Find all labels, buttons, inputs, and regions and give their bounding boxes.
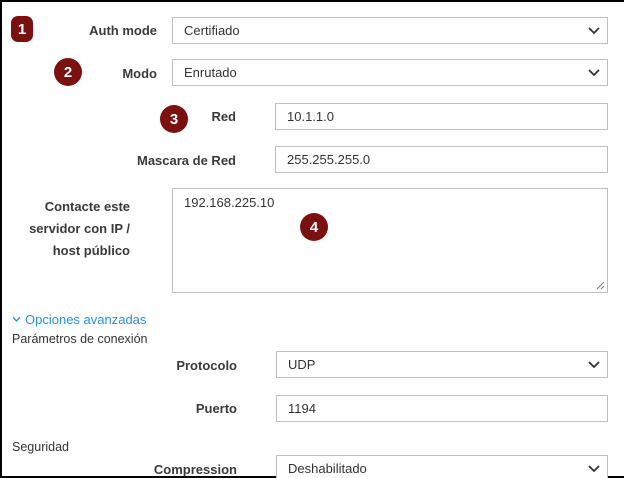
red-label: Red <box>211 109 236 124</box>
protocolo-select[interactable]: UDP <box>276 351 608 378</box>
seguridad-heading: Seguridad <box>12 440 69 454</box>
contacte-label-line1: Contacte este <box>44 199 130 214</box>
advanced-options-label: Opciones avanzadas <box>25 312 147 327</box>
step-badge-1: 1 <box>11 16 33 42</box>
chevron-down-icon <box>588 26 600 34</box>
step-badge-4: 4 <box>300 213 328 241</box>
contacte-label: Contacte este servidor con IP / host púb… <box>10 196 130 262</box>
puerto-label: Puerto <box>195 401 237 416</box>
contacte-value: 192.168.225.10 <box>184 195 275 210</box>
contacte-label-line3: host público <box>52 243 130 258</box>
auth-mode-label: Auth mode <box>89 23 157 38</box>
chevron-down-icon <box>588 68 600 76</box>
modo-select[interactable]: Enrutado <box>172 59 608 86</box>
advanced-options-toggle[interactable]: Opciones avanzadas <box>12 312 146 327</box>
mascara-label: Mascara de Red <box>137 153 236 168</box>
puerto-input[interactable]: 1194 <box>276 395 608 422</box>
auth-mode-select[interactable]: Certifiado <box>172 17 608 44</box>
contacte-label-line2: servidor con IP / <box>29 221 130 236</box>
mascara-input[interactable]: 255.255.255.0 <box>275 146 608 173</box>
puerto-value: 1194 <box>288 401 316 416</box>
red-value: 10.1.1.0 <box>287 109 334 124</box>
mascara-value: 255.255.255.0 <box>287 152 371 167</box>
compression-select[interactable]: Deshabilitado <box>276 455 608 478</box>
chevron-down-icon <box>588 360 600 368</box>
contacte-textarea[interactable]: 192.168.225.10 <box>172 188 608 293</box>
modo-value: Enrutado <box>184 65 237 80</box>
modo-label: Modo <box>122 66 157 81</box>
protocolo-value: UDP <box>288 357 316 372</box>
chevron-down-icon <box>12 316 21 322</box>
conexion-heading: Parámetros de conexión <box>12 332 148 346</box>
red-input[interactable]: 10.1.1.0 <box>275 103 608 130</box>
protocolo-label: Protocolo <box>176 358 237 373</box>
chevron-down-icon <box>588 464 600 472</box>
compression-label: Compression <box>153 462 237 477</box>
compression-value: Deshabilitado <box>288 461 367 476</box>
resize-grip-icon[interactable] <box>596 281 605 290</box>
auth-mode-value: Certifiado <box>184 23 240 38</box>
